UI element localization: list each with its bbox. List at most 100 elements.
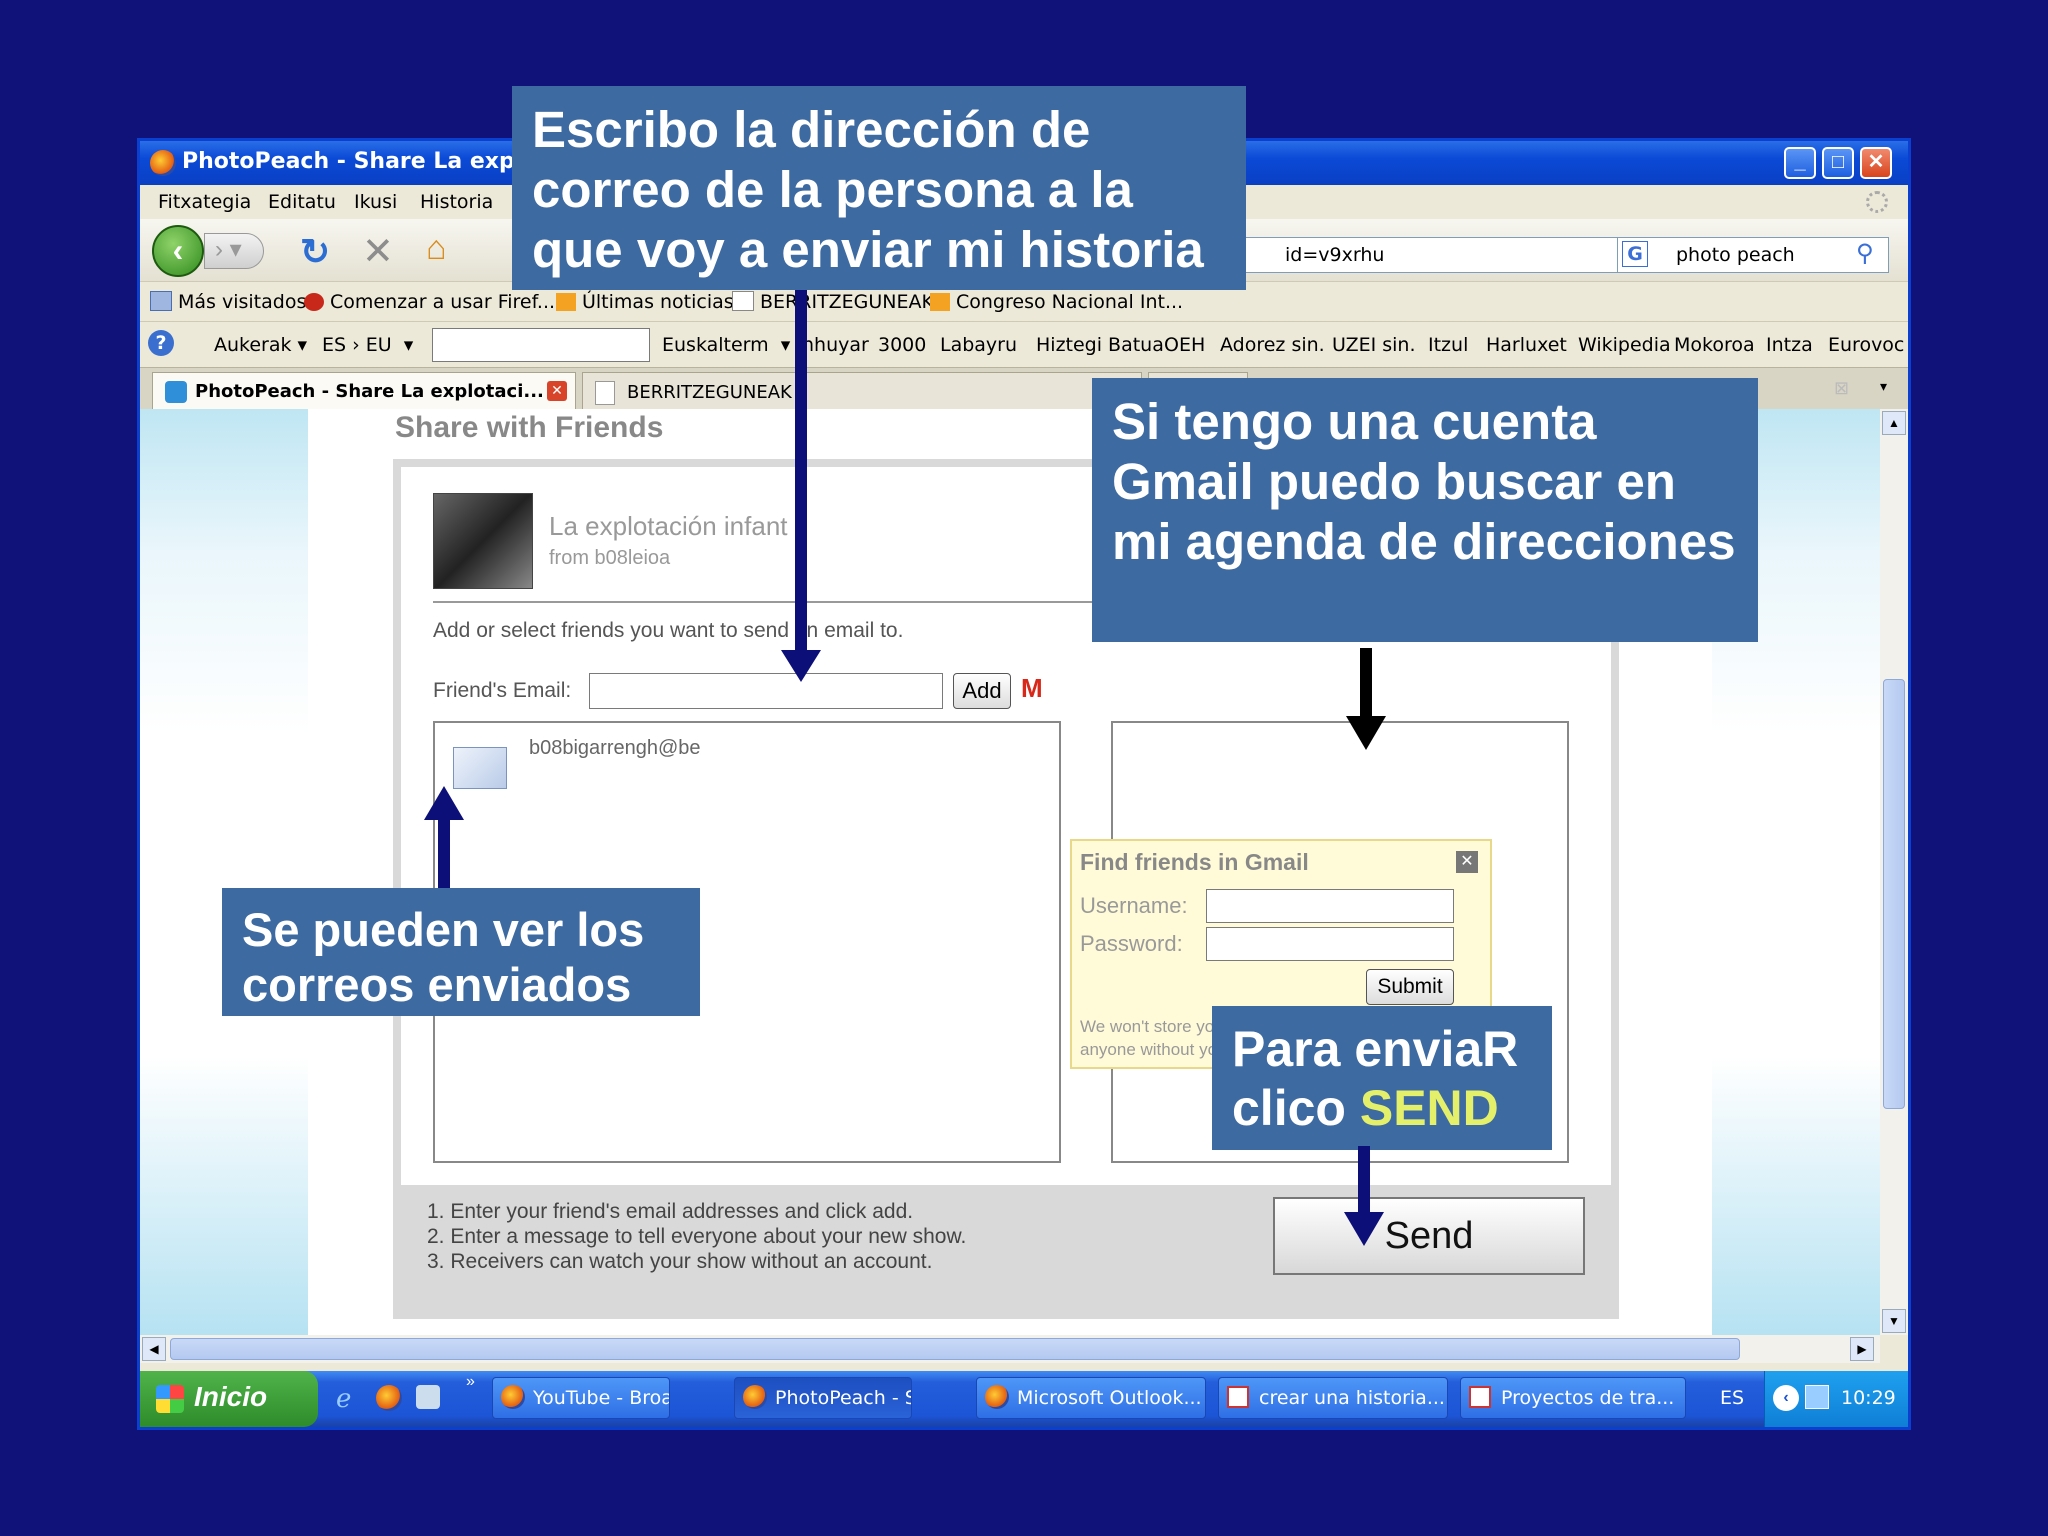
menu-file[interactable]: Fitxategia — [158, 191, 251, 213]
link-hiztegi-batua[interactable]: Hiztegi Batua — [1036, 334, 1164, 356]
google-icon[interactable]: G — [1622, 241, 1648, 267]
arrow-head-down-icon — [781, 650, 821, 682]
scroll-left-icon[interactable]: ◀ — [142, 1337, 166, 1361]
show-thumbnail — [433, 493, 533, 589]
ie-icon[interactable]: ℯ — [336, 1383, 351, 1414]
windows-logo-icon — [156, 1385, 184, 1413]
language-indicator[interactable]: ES — [1720, 1387, 1744, 1409]
euskalterm-menu[interactable]: Euskalterm ▾ — [662, 334, 790, 356]
bookmark-most-visited[interactable]: Más visitados — [150, 291, 306, 313]
taskbar-item-photopeach[interactable]: PhotoPeach - Sh... — [734, 1377, 912, 1419]
menu-edit[interactable]: Editatu — [268, 191, 336, 213]
bookmark-berritzeguneak[interactable]: BERRITZEGUNEAK — [732, 291, 934, 313]
close-tab-icon[interactable]: ✕ — [547, 381, 567, 401]
callout-send-highlight: SEND — [1359, 1080, 1499, 1136]
gmail-password-input[interactable] — [1206, 927, 1454, 961]
link-intza[interactable]: Intza — [1766, 334, 1813, 356]
step-2: 2. Enter a message to tell everyone abou… — [427, 1225, 967, 1248]
firefox-quicklaunch-icon[interactable] — [376, 1385, 402, 1411]
sent-email-item: b08bigarrengh@be — [529, 737, 701, 759]
bookmark-latest-news[interactable]: Últimas noticias — [556, 291, 734, 313]
link-labayru[interactable]: Labayru — [940, 334, 1017, 356]
outlook-quicklaunch-icon[interactable] — [416, 1385, 440, 1409]
link-uzei[interactable]: UZEI sin. — [1332, 334, 1416, 356]
envelope-icon — [453, 747, 507, 789]
page-heading: Share with Friends — [395, 411, 664, 444]
bookmark-getting-started[interactable]: Comenzar a usar Firef... — [304, 291, 555, 313]
search-icon[interactable]: ⚲ — [1856, 239, 1874, 267]
step-1: 1. Enter your friend's email addresses a… — [427, 1200, 914, 1223]
taskbar-item-proyectos[interactable]: Proyectos de tra... — [1460, 1377, 1686, 1419]
tab-photopeach[interactable]: PhotoPeach - Share La explotaci... ✕ — [152, 372, 576, 410]
link-itzul[interactable]: Itzul — [1428, 334, 1468, 356]
search-bar[interactable]: G photo peach ⚲ — [1617, 237, 1889, 273]
browser-window: PhotoPeach - Share La explotac _ □ ✕ Fit… — [137, 138, 1911, 1430]
home-icon[interactable]: ⌂ — [426, 229, 447, 268]
link-oeh[interactable]: OEH — [1164, 334, 1205, 356]
link-eurovoc[interactable]: Eurovoc — [1828, 334, 1904, 356]
language-pair-select[interactable]: ES › EU ▾ — [322, 334, 413, 356]
stop-icon[interactable]: ✕ — [362, 229, 394, 274]
term-search-input[interactable] — [432, 328, 650, 362]
taskbar-item-crear-historia[interactable]: crear una historia... — [1218, 1377, 1448, 1419]
close-icon[interactable]: ✕ — [1456, 851, 1478, 873]
reload-icon[interactable]: ↻ — [300, 231, 330, 273]
gmail-username-input[interactable] — [1206, 889, 1454, 923]
search-text: photo peach — [1676, 244, 1795, 266]
menu-history[interactable]: Historia — [420, 191, 493, 213]
scroll-down-icon[interactable]: ▼ — [1882, 1309, 1906, 1333]
maximize-button[interactable]: □ — [1822, 147, 1854, 179]
menu-view[interactable]: Ikusi — [354, 191, 397, 213]
minimize-button[interactable]: _ — [1784, 147, 1816, 179]
more-icon[interactable]: » — [466, 1373, 475, 1391]
close-tab-icon[interactable]: ⊠ — [1834, 378, 1849, 399]
arrow-head-down-icon — [1346, 716, 1386, 750]
link-mokoroa[interactable]: Mokoroa — [1674, 334, 1755, 356]
divider — [433, 601, 1113, 603]
arrow-head-down-icon — [1344, 1212, 1384, 1246]
help-icon[interactable]: ? — [148, 330, 174, 356]
scroll-right-icon[interactable]: ▶ — [1850, 1337, 1874, 1361]
link-3000[interactable]: 3000 — [878, 334, 926, 356]
arrow-sent — [438, 818, 450, 890]
arrow-email — [795, 290, 807, 652]
gmail-icon[interactable]: M — [1021, 673, 1043, 704]
network-icon[interactable] — [1805, 1385, 1829, 1409]
forward-button[interactable]: › ▾ — [204, 233, 264, 269]
password-label: Password: — [1080, 931, 1183, 956]
link-wikipedia[interactable]: Wikipedia — [1578, 334, 1671, 356]
friend-email-input[interactable] — [589, 673, 943, 709]
email-label: Friend's Email: — [433, 679, 572, 702]
start-button[interactable]: Inicio — [140, 1371, 318, 1427]
callout-email-instruction: Escribo la dirección de correo de la per… — [512, 86, 1246, 290]
callout-send: Para enviaR clico SEND — [1212, 1006, 1552, 1150]
steps-list: 1. Enter your friend's email addresses a… — [427, 1199, 966, 1274]
throbber-icon — [1866, 191, 1888, 213]
taskbar-item-outlook[interactable]: Microsoft Outlook... — [976, 1377, 1206, 1419]
tray-expand-icon[interactable]: ‹ — [1773, 1385, 1799, 1411]
callout-gmail: Si tengo una cuenta Gmail puedo buscar e… — [1092, 378, 1758, 642]
taskbar-item-youtube[interactable]: YouTube - Broad... — [492, 1377, 670, 1419]
show-from: from b08leioa — [549, 547, 671, 569]
arrow-head-up-icon — [424, 786, 464, 820]
username-label: Username: — [1080, 893, 1188, 918]
tab-list-icon[interactable]: ▾ — [1880, 378, 1887, 395]
vertical-scroll-thumb[interactable] — [1883, 679, 1905, 1109]
scroll-up-icon[interactable]: ▲ — [1882, 411, 1906, 435]
horizontal-scroll-thumb[interactable] — [170, 1338, 1740, 1360]
windows-taskbar: Inicio ℯ » YouTube - Broad... PhotoPeach… — [140, 1371, 1908, 1427]
tab-berritzeguneak[interactable]: BERRITZEGUNEAK ⊠ — [582, 372, 1142, 410]
close-button[interactable]: ✕ — [1860, 147, 1892, 179]
back-button[interactable]: ‹ — [152, 225, 204, 277]
aukerak-menu[interactable]: Aukerak ▾ — [214, 334, 307, 356]
bookmark-congreso[interactable]: Congreso Nacional Int... — [930, 291, 1183, 313]
submit-button[interactable]: Submit — [1366, 969, 1454, 1005]
link-elhuyar[interactable]: hhuyar — [802, 334, 869, 356]
add-button[interactable]: Add — [953, 673, 1011, 709]
link-harluxet[interactable]: Harluxet — [1486, 334, 1567, 356]
link-adorez[interactable]: Adorez sin. — [1220, 334, 1325, 356]
horizontal-scrollbar[interactable]: ◀ ▶ — [140, 1335, 1880, 1363]
arrow-send — [1358, 1146, 1370, 1222]
send-button[interactable]: Send — [1273, 1197, 1585, 1275]
vertical-scrollbar[interactable]: ▲ ▼ — [1880, 409, 1908, 1335]
